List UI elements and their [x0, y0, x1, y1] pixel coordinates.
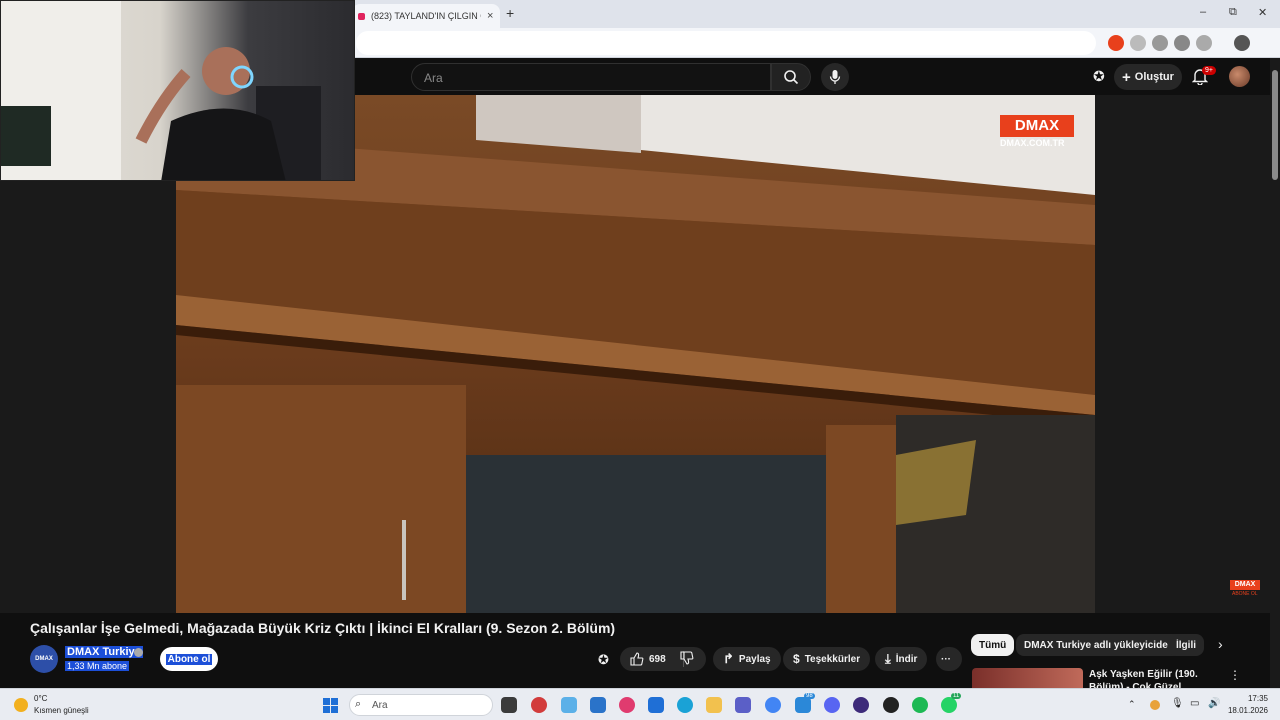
dmax-corner-logo[interactable]: DMAX [1230, 580, 1260, 590]
windows-taskbar: 0°C Kısmen güneşli Ara ⌕ 98 11 ⌃ 🎙 ▭ 🔊 1… [0, 688, 1280, 720]
like-count: 698 [649, 653, 666, 665]
close-window-button[interactable]: ✕ [1258, 6, 1267, 19]
app-icon[interactable] [853, 697, 869, 713]
weather-condition: Kısmen güneşli [34, 706, 89, 715]
discord-icon[interactable] [824, 697, 840, 713]
dmax-watermark-logo: DMAX [1000, 115, 1074, 137]
page-scrollbar[interactable] [1270, 58, 1280, 688]
mail-icon[interactable] [795, 697, 811, 713]
windows-start-icon[interactable] [323, 698, 338, 713]
profile-icon[interactable] [1234, 35, 1250, 51]
extension-icon[interactable] [1174, 35, 1190, 51]
mail-badge: 98 [804, 693, 815, 699]
share-icon: ↱ [723, 651, 734, 666]
weather-temperature: 0°C [34, 694, 48, 703]
search-button[interactable] [771, 63, 811, 91]
weather-sun-icon[interactable] [14, 698, 28, 712]
app-icon[interactable] [531, 697, 547, 713]
recommended-menu-icon[interactable]: ⋮ [1229, 668, 1241, 682]
maximize-button[interactable]: ⧉ [1229, 6, 1237, 19]
webcam-overlay [0, 0, 355, 181]
account-avatar[interactable] [1229, 66, 1250, 87]
chip-related[interactable]: İlgili [1168, 634, 1204, 656]
extension-icon[interactable] [1152, 35, 1168, 51]
microphone-icon [829, 70, 841, 84]
create-button[interactable]: + Oluştur [1114, 64, 1182, 90]
premium-icon[interactable]: ✪ [1093, 68, 1105, 85]
tab-favicon-icon [358, 12, 365, 20]
edge-icon[interactable] [677, 697, 693, 713]
tab-title: (823) TAYLAND'IN ÇILGIN GECE [371, 11, 481, 21]
subscribe-button[interactable]: Abone ol [160, 647, 218, 671]
thanks-button[interactable]: $ Teşekkürler [783, 647, 871, 671]
browser-tab[interactable]: (823) TAYLAND'IN ÇILGIN GECE × [352, 4, 500, 28]
outlook-icon[interactable] [648, 697, 664, 713]
video-title: Çalışanlar İşe Gelmedi, Mağazada Büyük K… [30, 620, 616, 636]
chip-from-uploader[interactable]: DMAX Turkiye adlı yükleyiciden [1016, 634, 1182, 656]
create-label: Oluştur [1134, 71, 1174, 83]
share-button[interactable]: ↱ Paylaş [713, 647, 781, 671]
recommended-video-title[interactable]: Aşk Yaşken Eğilir (190. Bölüm) - Çok Güz… [1089, 668, 1229, 688]
voice-search-button[interactable] [821, 63, 849, 91]
download-label: İndir [895, 653, 918, 665]
dislike-button[interactable] [680, 651, 694, 670]
subscriber-count: 1,33 Mn abone [65, 661, 130, 671]
taskbar-search-input[interactable]: Ara [349, 694, 493, 716]
store-icon[interactable] [590, 697, 606, 713]
tray-overflow-icon[interactable]: ⌃ [1128, 699, 1136, 710]
clock-date[interactable]: 18.01.2026 [1226, 706, 1268, 715]
address-input[interactable] [356, 31, 1096, 55]
thanks-icon: $ [793, 652, 800, 666]
plus-icon: + [1122, 68, 1131, 86]
minimize-button[interactable]: – [1200, 6, 1206, 18]
download-button[interactable]: ⤓ İndir [875, 647, 928, 671]
file-explorer-icon[interactable] [706, 697, 722, 713]
microphone-tray-icon[interactable]: 🎙 [1171, 698, 1184, 709]
premium-sparkle-icon[interactable]: ✪ [598, 652, 609, 668]
share-label: Paylaş [738, 653, 771, 665]
subscribe-label: Abone ol [165, 653, 213, 665]
teams-icon[interactable] [735, 697, 751, 713]
whatsapp-icon[interactable] [941, 697, 957, 713]
extension-icon[interactable] [1108, 35, 1124, 51]
display-tray-icon[interactable]: ▭ [1190, 698, 1199, 709]
volume-icon[interactable]: 🔊 [1208, 698, 1220, 709]
channel-name[interactable]: DMAX Turkiye [65, 646, 143, 658]
chips-next-icon[interactable]: › [1218, 636, 1223, 652]
more-actions-button[interactable]: ··· [936, 647, 962, 671]
copilot-icon[interactable] [561, 697, 577, 713]
recommended-video-thumbnail[interactable] [972, 668, 1083, 688]
tray-app-icon[interactable] [1150, 700, 1160, 710]
opera-icon[interactable] [619, 697, 635, 713]
channel-avatar[interactable]: DMAX [30, 645, 58, 673]
clock-time[interactable]: 17:35 [1236, 694, 1268, 703]
search-input[interactable]: Ara [411, 63, 771, 91]
notification-badge: 9+ [1202, 66, 1216, 75]
verified-badge-icon [134, 648, 143, 657]
webcam-image [1, 1, 321, 180]
thanks-label: Teşekkürler [804, 653, 861, 665]
app-icon[interactable] [883, 697, 899, 713]
dmax-corner-subscribe: ABONE OL [1232, 591, 1258, 597]
new-tab-button[interactable]: + [506, 5, 514, 21]
task-view-icon[interactable] [501, 697, 517, 713]
chrome-icon[interactable] [765, 697, 781, 713]
download-icon: ⤓ [885, 651, 891, 666]
search-icon [784, 70, 799, 85]
scrollbar-thumb[interactable] [1272, 70, 1278, 180]
extension-icon[interactable] [1130, 35, 1146, 51]
whatsapp-badge: 11 [951, 693, 962, 699]
thumbs-up-icon [630, 652, 644, 666]
taskbar-search-icon: ⌕ [355, 698, 362, 710]
thumbs-down-icon [680, 651, 694, 665]
extension-icon[interactable] [1196, 35, 1212, 51]
tab-close-icon[interactable]: × [487, 10, 493, 22]
dmax-watermark-url: DMAX.COM.TR [1000, 138, 1065, 148]
chip-all[interactable]: Tümü [971, 634, 1015, 656]
spotify-icon[interactable] [912, 697, 928, 713]
